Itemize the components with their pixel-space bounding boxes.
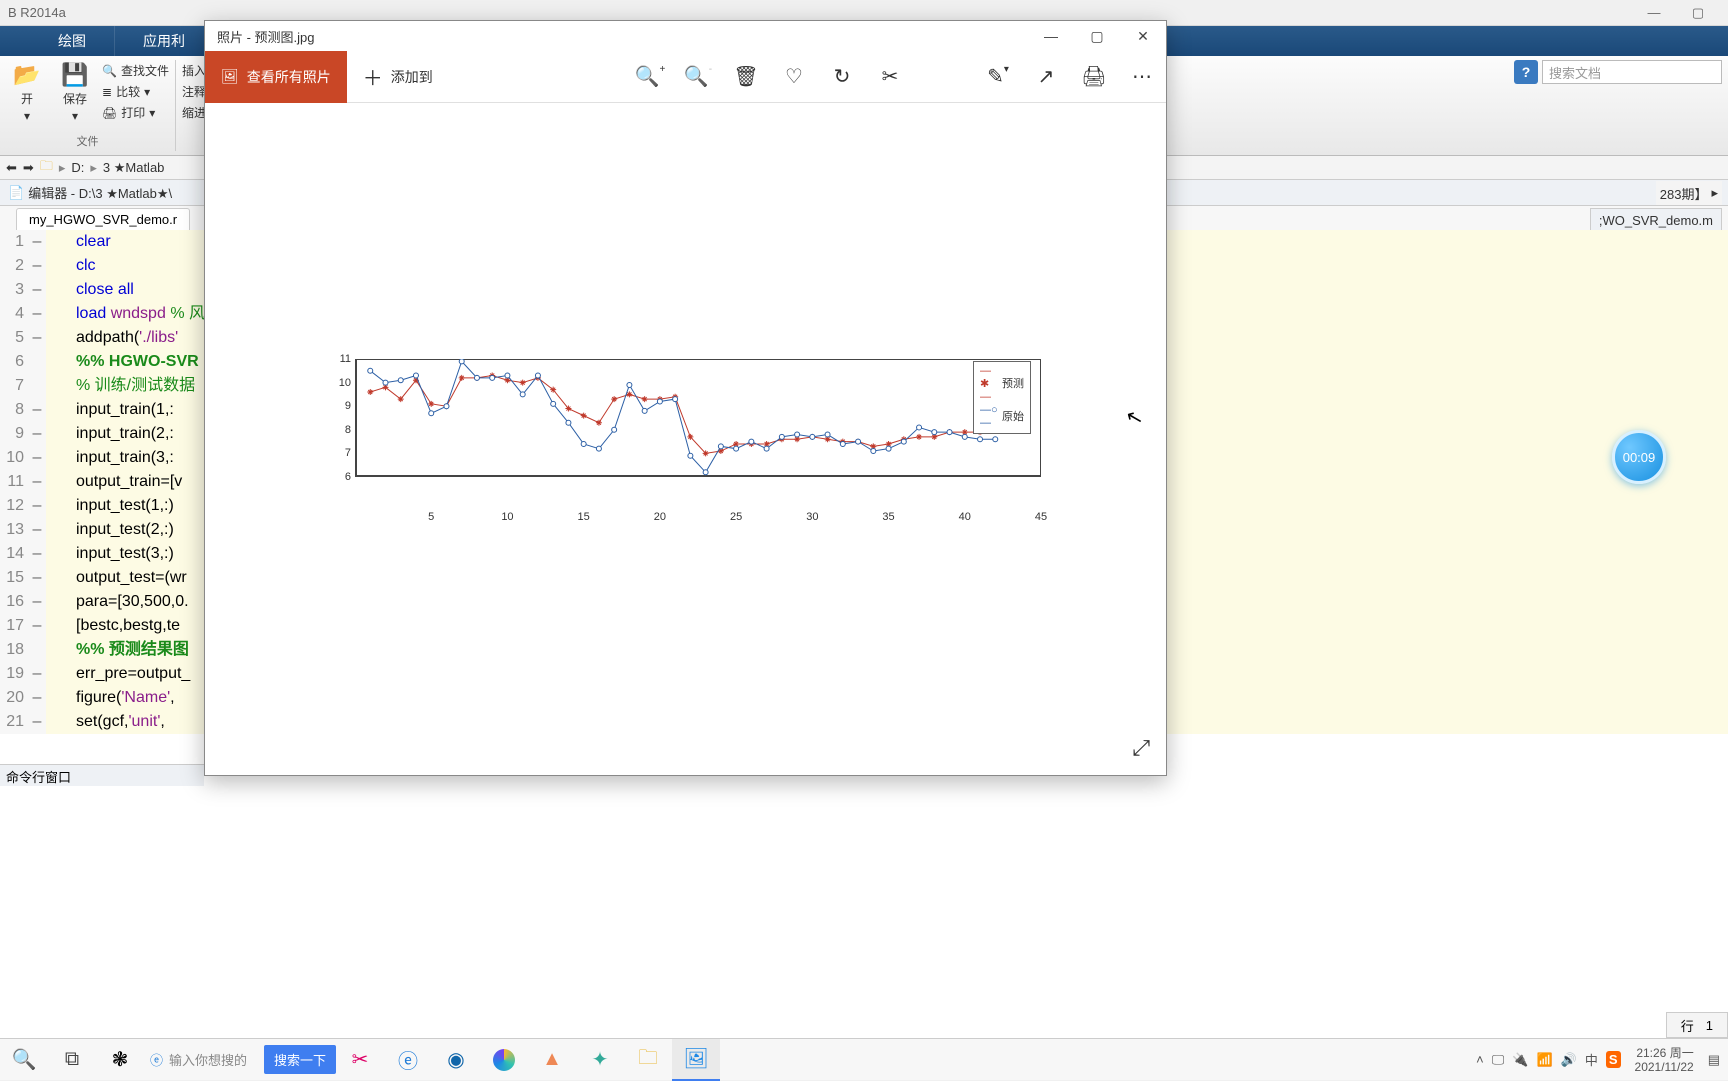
insert-button[interactable]: 插入	[182, 62, 206, 79]
chart-plot	[355, 359, 1041, 477]
search-button[interactable]: 搜索一下	[264, 1045, 336, 1074]
photos-maximize-button[interactable]: ▢	[1074, 21, 1120, 51]
tray-sogou-icon[interactable]: S	[1606, 1051, 1621, 1068]
x-tick: 40	[959, 511, 971, 523]
open-button[interactable]: 📂开▾	[6, 62, 48, 123]
view-all-photos-button[interactable]: 🖼 查看所有照片	[205, 51, 347, 103]
ribbon-tab-apps[interactable]: 应用利	[115, 26, 214, 56]
y-tick: 11	[335, 353, 351, 365]
x-tick: 15	[578, 511, 590, 523]
search-docs-input[interactable]: 搜索文档	[1542, 60, 1722, 84]
y-tick: 6	[335, 471, 351, 483]
tray-chevron-icon[interactable]: ˄	[1476, 1052, 1484, 1067]
x-tick: 25	[730, 511, 742, 523]
photos-toolbar: 🖼 查看所有照片 ＋ 添加到 🔍+ 🔍- 🗑 ♡ ↻ ✂ ✎ ▾ ↗ 🖨 ⋯	[205, 51, 1166, 103]
app-matlab[interactable]: ▲	[528, 1039, 576, 1081]
zoom-out-button[interactable]: 🔍-	[674, 64, 722, 89]
back-icon[interactable]: ⬅	[6, 160, 17, 176]
task-view-button[interactable]: ⧉	[48, 1039, 96, 1081]
tray-notifications-icon[interactable]: ▤	[1708, 1052, 1720, 1068]
y-tick: 7	[335, 447, 351, 459]
gallery-icon: 🖼	[221, 68, 239, 85]
y-tick: 9	[335, 400, 351, 412]
chart-legend: —✱—预测 —○—原始	[973, 361, 1031, 434]
photos-content: —✱—预测 —○—原始 6 7 8 9 10 11 5 10 15 20 25 30 35 40 45 ⤢	[205, 103, 1166, 775]
status-bar: 行 1	[1666, 1012, 1728, 1038]
recording-timer[interactable]: 00:09	[1612, 430, 1666, 484]
editor-tab[interactable]: my_HGWO_SVR_demo.r	[16, 208, 190, 230]
app-ie[interactable]: ⓔ	[384, 1039, 432, 1081]
tray-wifi-icon[interactable]: 📶	[1536, 1052, 1552, 1068]
ribbon-group-file-label: 文件	[76, 133, 98, 149]
app-obs[interactable]: ❃	[96, 1039, 144, 1081]
x-tick: 10	[501, 511, 513, 523]
minimize-button[interactable]: —	[1632, 1, 1676, 25]
tray-power-icon[interactable]: 🔌	[1512, 1052, 1528, 1068]
photos-titlebar[interactable]: 照片 - 预测图.jpg — ▢ ✕	[205, 21, 1166, 51]
fwd-icon[interactable]: ➡	[23, 160, 34, 176]
tray-ime-icon[interactable]: 中	[1585, 1050, 1598, 1069]
command-window-title: 命令行窗口	[0, 764, 204, 786]
zoom-in-button[interactable]: 🔍+	[626, 64, 674, 89]
more-button[interactable]: ⋯	[1118, 64, 1166, 89]
app-edge[interactable]	[480, 1039, 528, 1081]
print-button[interactable]: 🖨	[1070, 64, 1118, 89]
chart: —✱—预测 —○—原始 6789101151015202530354045	[331, 351, 1041, 507]
taskbar-search[interactable]: ⓔ 输入你想搜的	[144, 1050, 264, 1069]
ribbon-tab-plot[interactable]: 绘图	[30, 26, 115, 56]
app-wechat[interactable]: ✦	[576, 1039, 624, 1081]
plus-icon: ＋	[363, 62, 383, 91]
compare-button[interactable]: ≣ 比较 ▾	[102, 83, 169, 100]
photos-close-button[interactable]: ✕	[1120, 21, 1166, 51]
fullscreen-button[interactable]: ⤢	[1132, 735, 1150, 761]
x-tick: 30	[806, 511, 818, 523]
file-tab-right[interactable]: ;WO_SVR_demo.m	[1590, 208, 1722, 232]
y-tick: 8	[335, 424, 351, 436]
save-button[interactable]: 💾保存▾	[54, 62, 96, 123]
doc-icon: 📄	[8, 185, 24, 201]
taskbar-clock[interactable]: 21:26 周一 2021/11/22	[1629, 1046, 1700, 1074]
help-button[interactable]: ?	[1514, 60, 1538, 84]
comment-button[interactable]: 注释	[182, 83, 206, 100]
delete-button[interactable]: 🗑	[722, 64, 770, 89]
maximize-button[interactable]: ▢	[1676, 1, 1720, 25]
path-bar-right[interactable]: 283期】▸	[1656, 181, 1722, 205]
app-snip[interactable]: ✂	[336, 1039, 384, 1081]
y-tick: 10	[335, 377, 351, 389]
app-explorer[interactable]: 🗀	[624, 1039, 672, 1081]
app-photos[interactable]: 🖼	[672, 1039, 720, 1081]
photos-title: 照片 - 预测图.jpg	[217, 27, 315, 46]
matlab-title: B R2014a	[8, 5, 66, 20]
x-tick: 45	[1035, 511, 1047, 523]
crop-button[interactable]: ✂	[866, 64, 914, 89]
app-chrome[interactable]: ◉	[432, 1039, 480, 1081]
favorite-button[interactable]: ♡	[770, 64, 818, 89]
indent-button[interactable]: 缩进	[182, 104, 206, 121]
x-tick: 20	[654, 511, 666, 523]
tray-volume-icon[interactable]: 🔊	[1561, 1052, 1577, 1068]
start-button[interactable]: 🔍	[0, 1039, 48, 1081]
x-tick: 35	[882, 511, 894, 523]
ie-icon: ⓔ	[150, 1050, 163, 1069]
edit-button[interactable]: ✎ ▾	[974, 64, 1022, 89]
taskbar: 🔍 ⧉ ❃ ⓔ 输入你想搜的 搜索一下 ✂ ⓔ ◉ ▲ ✦ 🗀 🖼 ˄ 🖵 🔌 …	[0, 1038, 1728, 1080]
rotate-button[interactable]: ↻	[818, 64, 866, 89]
find-files-button[interactable]: 🔍 查找文件	[102, 62, 169, 79]
share-button[interactable]: ↗	[1022, 64, 1070, 89]
print-button[interactable]: 🖨 打印 ▾	[102, 104, 169, 121]
photos-window: 照片 - 预测图.jpg — ▢ ✕ 🖼 查看所有照片 ＋ 添加到 🔍+ 🔍- …	[204, 20, 1167, 776]
x-tick: 5	[428, 511, 434, 523]
add-to-button[interactable]: ＋ 添加到	[347, 51, 449, 103]
tray-battery-icon[interactable]: 🖵	[1492, 1052, 1505, 1068]
folder-icon: 🗀	[40, 157, 53, 179]
photos-minimize-button[interactable]: —	[1028, 21, 1074, 51]
